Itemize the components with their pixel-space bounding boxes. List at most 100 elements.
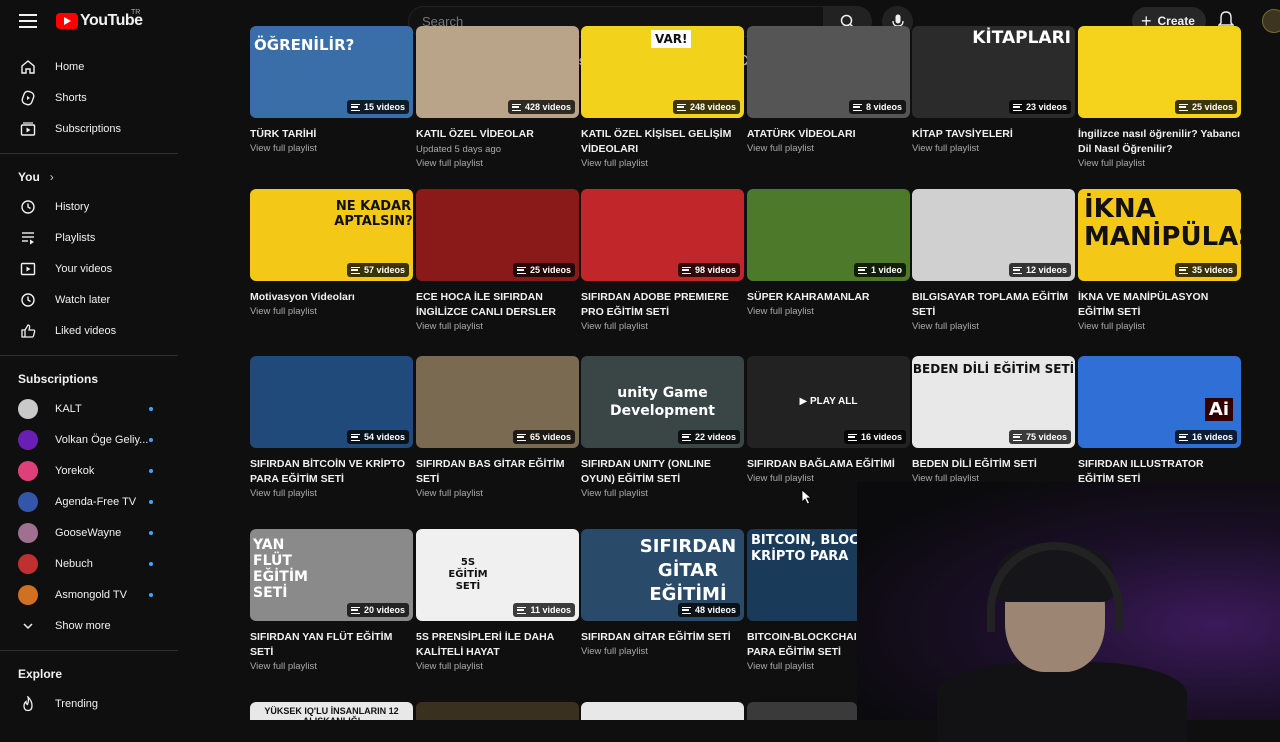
view-full-playlist-link[interactable]: View full playlist — [581, 157, 744, 171]
view-full-playlist-link[interactable]: View full playlist — [747, 305, 910, 319]
playlist-thumbnail-partial[interactable] — [747, 702, 857, 720]
playlist-thumbnail[interactable]: 428 videos — [416, 26, 579, 118]
playlist-title[interactable]: SÜPER KAHRAMANLAR — [747, 290, 910, 305]
playlist-card[interactable]: 98 videos SIFIRDAN ADOBE PREMIERE PRO EĞ… — [581, 189, 744, 334]
subscription-item[interactable]: Nebuch — [0, 548, 178, 579]
playlist-thumbnail[interactable]: SIFIRDAN GİTAR EĞİTİMİ 48 videos — [581, 529, 744, 621]
view-full-playlist-link[interactable]: View full playlist — [416, 660, 579, 674]
view-full-playlist-link[interactable]: View full playlist — [416, 320, 579, 334]
view-full-playlist-link[interactable]: View full playlist — [747, 142, 910, 156]
playlist-thumbnail[interactable]: ÖĞRENİLİR? 15 videos — [250, 26, 413, 118]
playlist-title[interactable]: ATATÜRK VİDEOLARI — [747, 127, 910, 142]
playlist-card[interactable]: KİTAPLARI 23 videos KİTAP TAVSİYELERİ Vie… — [912, 26, 1075, 156]
playlist-thumbnail[interactable]: NE KADAR APTALSIN? 57 videos — [250, 189, 413, 281]
view-full-playlist-link[interactable]: View full playlist — [581, 320, 744, 334]
playlist-thumbnail[interactable]: 1 video — [747, 189, 910, 281]
view-full-playlist-link[interactable]: View full playlist — [1078, 157, 1241, 171]
view-full-playlist-link[interactable]: View full playlist — [250, 305, 413, 319]
subscription-item[interactable]: Asmongold TV — [0, 579, 178, 610]
playlist-thumbnail[interactable]: KİTAPLARI 23 videos — [912, 26, 1075, 118]
sidebar-item-home[interactable]: Home — [0, 51, 178, 82]
playlist-thumbnail[interactable]: 12 videos — [912, 189, 1075, 281]
playlist-title[interactable]: ECE HOCA İLE SIFIRDAN İNGİLİZCE CANLI DE… — [416, 290, 579, 320]
account-avatar[interactable] — [1262, 9, 1280, 33]
view-full-playlist-link[interactable]: View full playlist — [416, 487, 579, 501]
subscription-item[interactable]: Volkan Öge Geliy... — [0, 424, 178, 455]
subscription-item[interactable]: Yorekok — [0, 455, 178, 486]
playlist-card[interactable]: 65 videos SIFIRDAN BAS GİTAR EĞİTİM SETİ… — [416, 356, 579, 501]
playlist-thumbnail[interactable]: YAN FLÜT EĞİTİM SETİ 20 videos — [250, 529, 413, 621]
sidebar-item-playlists[interactable]: Playlists — [0, 222, 178, 253]
playlist-title[interactable]: TÜRK TARİHİ — [250, 127, 413, 142]
playlist-card[interactable]: 12 videos BILGISAYAR TOPLAMA EĞİTİM SETİ… — [912, 189, 1075, 334]
view-full-playlist-link[interactable]: View full playlist — [912, 142, 1075, 156]
view-full-playlist-link[interactable]: View full playlist — [250, 487, 413, 501]
playlist-title[interactable]: KATIL ÖZEL KİŞİSEL GELİŞİM VİDEOLARI — [581, 127, 744, 157]
playlist-title[interactable]: KATIL ÖZEL VİDEOLAR — [416, 127, 579, 142]
playlist-card[interactable]: İKNA MANİPÜLASYON 35 videos İKNA VE MANİP… — [1078, 189, 1241, 334]
playlist-card[interactable]: Ai 16 videos SIFIRDAN ILLUSTRATOR EĞİTİM … — [1078, 356, 1241, 501]
playlist-title[interactable]: SIFIRDAN YAN FLÜT EĞİTİM SETİ — [250, 630, 413, 660]
playlist-thumbnail-partial[interactable]: YÜKSEK IQ'LU İNSANLARIN 12 ALIŞKANLIĞI — [250, 702, 413, 720]
playlist-thumbnail[interactable]: 65 videos — [416, 356, 579, 448]
playlist-title[interactable]: İngilizce nasıl öğrenilir? Yabancı Dil N… — [1078, 127, 1241, 157]
play-all-overlay[interactable]: ▶ PLAY ALL — [747, 396, 910, 407]
subscription-item[interactable]: GooseWayne — [0, 517, 178, 548]
sidebar-item-shorts[interactable]: Shorts — [0, 82, 178, 113]
view-full-playlist-link[interactable]: View full playlist — [250, 660, 413, 674]
playlist-card[interactable]: SIFIRDAN GİTAR EĞİTİMİ 48 videos SIFIRDAN… — [581, 529, 744, 659]
playlist-title[interactable]: SIFIRDAN UNITY (ONLINE OYUN) EĞİTİM SETİ — [581, 457, 744, 487]
playlist-thumbnail[interactable]: İKNA MANİPÜLASYON 35 videos — [1078, 189, 1241, 281]
playlist-card[interactable]: YAN FLÜT EĞİTİM SETİ 20 videos SIFIRDAN Y… — [250, 529, 413, 674]
sidebar-item-history[interactable]: History — [0, 191, 178, 222]
sidebar-item-your-videos[interactable]: Your videos — [0, 253, 178, 284]
playlist-thumbnail[interactable]: VAR! 248 videos — [581, 26, 744, 118]
playlist-thumbnail[interactable]: unity Game Development 22 videos — [581, 356, 744, 448]
playlist-thumbnail[interactable]: 98 videos — [581, 189, 744, 281]
playlist-thumbnail[interactable]: ▶ PLAY ALL 16 videos — [747, 356, 910, 448]
sidebar-item-subscriptions[interactable]: Subscriptions — [0, 113, 178, 144]
playlist-card[interactable]: 25 videos ECE HOCA İLE SIFIRDAN İNGİLİZC… — [416, 189, 579, 334]
playlist-thumbnail-partial[interactable] — [581, 702, 744, 720]
youtube-logo[interactable]: YouTube TR — [56, 9, 143, 30]
view-full-playlist-link[interactable]: View full playlist — [581, 487, 744, 501]
playlist-thumbnail[interactable]: 25 videos — [416, 189, 579, 281]
subscription-item[interactable]: Agenda-Free TV — [0, 486, 178, 517]
playlist-card[interactable]: NE KADAR APTALSIN? 57 videos Motivasyon V… — [250, 189, 413, 319]
playlist-thumbnail[interactable]: 54 videos — [250, 356, 413, 448]
playlist-card[interactable]: 8 videos ATATÜRK VİDEOLARI View full pla… — [747, 26, 910, 156]
playlist-title[interactable]: BILGISAYAR TOPLAMA EĞİTİM SETİ — [912, 290, 1075, 320]
view-full-playlist-link[interactable]: View full playlist — [416, 157, 579, 171]
sidebar-you-link[interactable]: You › — [0, 163, 178, 191]
playlist-title[interactable]: SIFIRDAN GİTAR EĞİTİM SETİ — [581, 630, 744, 645]
playlist-title[interactable]: SIFIRDAN ADOBE PREMIERE PRO EĞİTİM SETİ — [581, 290, 744, 320]
subscription-item[interactable]: KALT — [0, 393, 178, 424]
playlist-thumbnail[interactable]: 25 videos — [1078, 26, 1241, 118]
sidebar-item-watch-later[interactable]: Watch later — [0, 284, 178, 315]
playlist-card[interactable]: VAR! 248 videos KATIL ÖZEL KİŞİSEL GELİŞİ… — [581, 26, 744, 171]
playlist-card[interactable]: 54 videos SIFIRDAN BİTCOİN VE KRİPTO PAR… — [250, 356, 413, 501]
playlist-thumbnail[interactable]: 8 videos — [747, 26, 910, 118]
playlist-title[interactable]: BEDEN DİLİ EĞİTİM SETİ — [912, 457, 1075, 472]
playlist-card[interactable]: 5S EĞİTİM SETİ 11 videos 5S PRENSİPLERİ İ… — [416, 529, 579, 674]
view-full-playlist-link[interactable]: View full playlist — [1078, 320, 1241, 334]
playlist-title[interactable]: SIFIRDAN BİTCOİN VE KRİPTO PARA EĞİTİM S… — [250, 457, 413, 487]
view-full-playlist-link[interactable]: View full playlist — [250, 142, 413, 156]
playlist-thumbnail-partial[interactable] — [416, 702, 579, 720]
playlist-thumbnail[interactable]: Ai 16 videos — [1078, 356, 1241, 448]
playlist-thumbnail[interactable]: 5S EĞİTİM SETİ 11 videos — [416, 529, 579, 621]
show-more-button[interactable]: Show more — [0, 610, 178, 641]
playlist-title[interactable]: 5S PRENSİPLERİ İLE DAHA KALİTELİ HAYAT — [416, 630, 579, 660]
playlist-card[interactable]: BEDEN DİLİ EĞİTİM SETİ 75 videos BEDEN Dİ… — [912, 356, 1075, 486]
playlist-thumbnail[interactable]: BEDEN DİLİ EĞİTİM SETİ 75 videos — [912, 356, 1075, 448]
playlist-card[interactable]: unity Game Development 22 videos SIFIRDAN… — [581, 356, 744, 501]
playlist-card[interactable]: ▶ PLAY ALL 16 videos SIFIRDAN BAĞLAMA EĞİ… — [747, 356, 910, 486]
playlist-card[interactable]: 428 videos KATIL ÖZEL VİDEOLAR Updated 5… — [416, 26, 579, 171]
playlist-title[interactable]: İKNA VE MANİPÜLASYON EĞİTİM SETİ — [1078, 290, 1241, 320]
playlist-card[interactable]: 1 video SÜPER KAHRAMANLAR View full play… — [747, 189, 910, 319]
playlist-title[interactable]: SIFIRDAN BAĞLAMA EĞİTİMİ — [747, 457, 910, 472]
playlist-title[interactable]: KİTAP TAVSİYELERİ — [912, 127, 1075, 142]
sidebar-item-liked-videos[interactable]: Liked videos — [0, 315, 178, 346]
view-full-playlist-link[interactable]: View full playlist — [912, 320, 1075, 334]
playlist-card[interactable]: 25 videos İngilizce nasıl öğrenilir? Yab… — [1078, 26, 1241, 171]
